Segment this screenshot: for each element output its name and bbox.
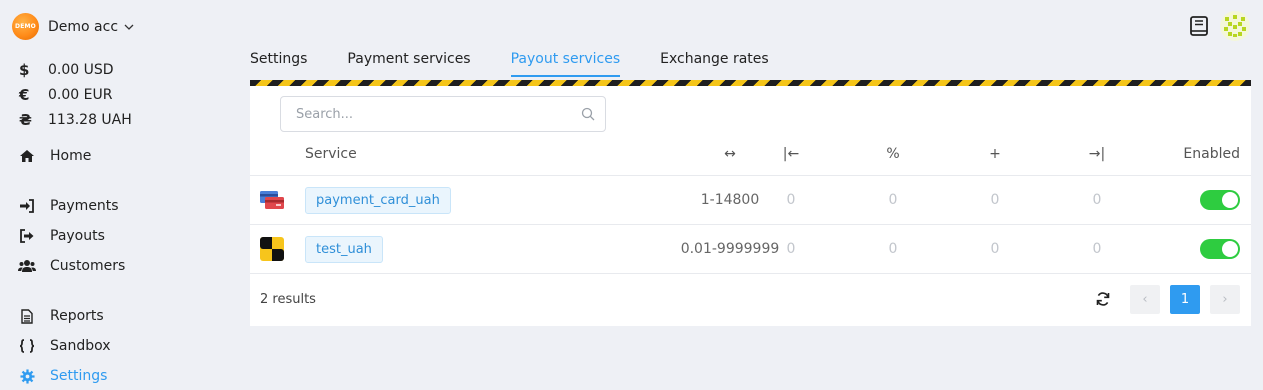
table-row: test_uah 0.01-9999999 0 0 0 0 (250, 225, 1251, 274)
percent-value: 0 (888, 241, 898, 257)
euro-icon: € (19, 85, 30, 104)
sidebar-item-label: Payouts (50, 228, 105, 244)
test-checker-icon (260, 237, 284, 261)
min-value: 0 (786, 241, 796, 257)
tab-payment-services[interactable]: Payment services (347, 51, 470, 77)
toggle-knob (1222, 241, 1238, 257)
home-icon (18, 147, 36, 165)
fixed-value: 0 (990, 241, 1000, 257)
max-value: 0 (1092, 192, 1102, 208)
sidebar-item-label: Sandbox (50, 338, 111, 354)
sidebar-item-reports[interactable]: Reports (18, 305, 104, 327)
balance-eur: € 0.00 EUR (18, 82, 132, 107)
table-header: Service ↔ |← % + →| Enabled (250, 142, 1251, 176)
pagination-page-button[interactable]: 1 (1170, 285, 1200, 314)
sidebar-item-payouts[interactable]: Payouts (18, 225, 105, 247)
chevron-down-icon (124, 24, 134, 30)
pagination-next-button[interactable]: › (1210, 285, 1240, 314)
min-value: 0 (786, 192, 796, 208)
max-value: 0 (1092, 241, 1102, 257)
results-count: 2 results (260, 292, 316, 307)
balances: $ 0.00 USD € 0.00 EUR ₴ 113.28 UAH (18, 57, 132, 132)
column-max-icon: →| (1088, 146, 1106, 162)
sign-out-icon (18, 227, 36, 245)
sidebar-item-label: Home (50, 148, 92, 164)
sidebar-item-label: Payments (50, 198, 119, 214)
refresh-icon[interactable] (1095, 291, 1111, 307)
column-percent-icon: % (886, 146, 900, 162)
account-name: Demo acc (48, 18, 119, 35)
sidebar-item-label: Settings (50, 368, 108, 384)
dollar-icon: $ (19, 60, 30, 79)
book-icon[interactable] (1188, 15, 1210, 37)
toggle-knob (1222, 192, 1238, 208)
balance-value: 0.00 EUR (48, 86, 113, 103)
top-right-actions (1188, 11, 1250, 41)
sidebar-item-sandbox[interactable]: Sandbox (18, 335, 111, 357)
search-input[interactable] (281, 97, 571, 131)
column-enabled: Enabled (1183, 146, 1240, 162)
braces-icon (18, 337, 36, 355)
search-box (280, 96, 606, 132)
settings-tabs: Settings Payment services Payout service… (250, 51, 809, 77)
sidebar-item-settings[interactable]: Settings (18, 365, 107, 387)
column-service[interactable]: Service (305, 146, 357, 162)
search-icon[interactable] (581, 107, 595, 121)
enabled-toggle[interactable] (1200, 239, 1240, 259)
enabled-toggle[interactable] (1200, 190, 1240, 210)
column-fixed-icon: + (989, 146, 1001, 162)
payout-services-card: Service ↔ |← % + →| Enabled payment_card… (250, 86, 1251, 326)
balance-uah: ₴ 113.28 UAH (18, 107, 132, 132)
balance-value: 113.28 UAH (48, 111, 132, 128)
fixed-value: 0 (990, 192, 1000, 208)
tab-payout-services[interactable]: Payout services (510, 51, 621, 77)
sidebar-item-customers[interactable]: Customers (18, 255, 125, 277)
sidebar-item-label: Customers (50, 258, 126, 274)
pagination-prev-button[interactable]: ‹ (1130, 285, 1160, 314)
sidebar-item-home[interactable]: Home (18, 145, 91, 167)
sign-in-icon (18, 197, 36, 215)
card-icon (260, 191, 284, 209)
table-row: payment_card_uah 1-14800 0 0 0 0 (250, 176, 1251, 225)
sidebar: DEMO Demo acc $ 0.00 USD € 0.00 EUR ₴ 11… (0, 0, 230, 390)
percent-value: 0 (888, 192, 898, 208)
gear-icon (18, 367, 36, 385)
tab-settings[interactable]: Settings (250, 51, 307, 77)
sidebar-item-label: Reports (50, 308, 104, 324)
service-tag[interactable]: payment_card_uah (305, 187, 451, 214)
sidebar-item-payments[interactable]: Payments (18, 195, 119, 217)
account-switcher[interactable]: DEMO Demo acc (12, 13, 134, 40)
users-icon (18, 257, 36, 275)
balance-usd: $ 0.00 USD (18, 57, 132, 82)
tab-exchange-rates[interactable]: Exchange rates (660, 51, 769, 77)
hryvnia-icon: ₴ (19, 110, 32, 129)
column-min-icon: |← (782, 146, 800, 162)
file-text-icon (18, 307, 36, 325)
service-tag[interactable]: test_uah (305, 236, 383, 263)
demo-logo: DEMO (12, 13, 39, 40)
balance-value: 0.00 USD (48, 61, 114, 78)
user-avatar[interactable] (1220, 11, 1250, 41)
